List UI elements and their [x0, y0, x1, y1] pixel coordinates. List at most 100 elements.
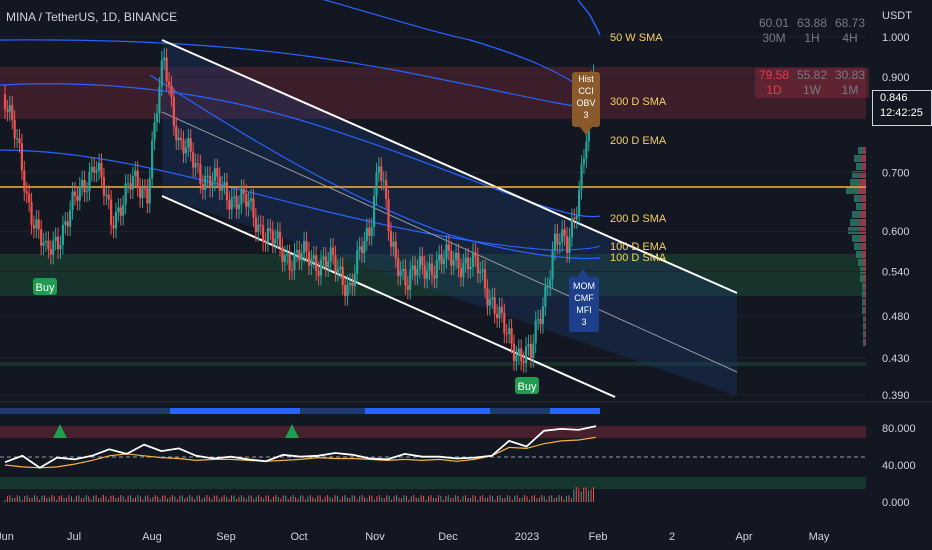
buy-marker-2[interactable]: Buy: [515, 377, 539, 394]
candle-body: [42, 242, 45, 246]
candle-body: [264, 241, 267, 243]
candle-body: [151, 140, 154, 179]
candle-body: [450, 250, 453, 266]
candle-body: [532, 343, 535, 359]
candle-body: [305, 241, 308, 252]
candle-body: [510, 328, 513, 344]
candle-body: [372, 196, 376, 228]
candle-body: [498, 306, 501, 319]
candle-body: [240, 188, 243, 205]
rsi-timeframe: 1W: [803, 83, 821, 97]
candle-body: [208, 175, 212, 188]
volume-profile-bar: [863, 275, 866, 282]
time-tick-label: Sep: [216, 531, 236, 543]
time-tick-label: Oct: [290, 531, 307, 543]
candle-body: [553, 233, 557, 251]
volume-profile-bar: [862, 203, 866, 210]
candle-body: [505, 333, 508, 335]
candle-body: [37, 219, 40, 230]
candle-body: [213, 168, 216, 182]
candle-body: [18, 138, 21, 144]
divergence-label-bottom[interactable]: MOM CMF MFI 3: [569, 269, 599, 332]
candle-body: [114, 211, 118, 229]
volume-profile-bar: [852, 171, 861, 178]
candle-body: [52, 240, 55, 255]
candle-body: [126, 183, 130, 185]
candle-body: [228, 200, 231, 210]
candle-body: [310, 258, 313, 266]
candle-body: [495, 313, 499, 319]
candle-body: [286, 253, 289, 256]
time-tick-label: Dec: [438, 531, 458, 543]
candle-body: [483, 269, 487, 289]
candle-body: [358, 246, 361, 251]
candle-body: [204, 176, 207, 190]
candle-body: [254, 217, 257, 233]
candle-body: [93, 166, 96, 173]
candle-body: [380, 166, 383, 181]
candle-body: [512, 343, 516, 362]
candle-body: [549, 279, 552, 287]
candle-body: [365, 227, 368, 242]
volume-profile-bar: [864, 331, 866, 338]
candle-body: [163, 57, 166, 61]
candle-body: [23, 170, 26, 192]
candle-body: [520, 348, 523, 361]
buy-marker-1[interactable]: Buy: [33, 278, 57, 295]
candle-body: [134, 170, 137, 177]
candle-body: [69, 209, 72, 227]
candle-body: [177, 137, 180, 141]
candle-body: [421, 256, 424, 266]
candle-body: [438, 254, 441, 261]
candle-body: [138, 187, 142, 199]
volume-profile-bar: [852, 211, 861, 218]
volume-profile-bar: [854, 243, 862, 250]
candle-body: [341, 266, 344, 286]
candle-body: [124, 183, 127, 205]
candle-body: [249, 198, 253, 202]
price-tick-label: 0.700: [882, 168, 910, 180]
candle-body: [278, 231, 282, 247]
candle-body: [20, 143, 23, 171]
time-tick-label: Nov: [365, 531, 385, 543]
candle-body: [122, 204, 125, 216]
candle-body: [392, 241, 395, 247]
oversold-band: [0, 477, 866, 489]
volume-profile-bar: [861, 195, 866, 202]
rsi-timeframe: 30M: [762, 31, 786, 45]
svg-text:3: 3: [583, 110, 588, 120]
candle-body: [500, 306, 504, 313]
candle-body: [416, 269, 419, 276]
candle-body: [413, 265, 417, 276]
buy-marker-label: Buy: [518, 381, 537, 393]
price-tick-label: 0.600: [882, 226, 910, 238]
candle-body: [580, 164, 583, 190]
candle-body: [404, 269, 407, 286]
candle-body: [73, 191, 77, 196]
volume-profile-bar: [864, 291, 866, 298]
candle-body: [529, 344, 532, 359]
ma-label: 50 W SMA: [610, 32, 663, 44]
candle-body: [281, 246, 284, 262]
volume-profile-bar: [863, 323, 865, 330]
svg-text:CCI: CCI: [578, 86, 594, 96]
candle-body: [426, 270, 429, 279]
candle-body: [155, 113, 159, 123]
candle-body: [59, 245, 62, 250]
candle-body: [409, 270, 412, 290]
candle-body: [327, 261, 330, 268]
time-tick-label: Aug: [142, 531, 162, 543]
candle-body: [430, 263, 434, 276]
candle-body: [276, 231, 279, 239]
candle-body: [363, 241, 366, 254]
candle-body: [30, 202, 33, 225]
candle-body: [334, 255, 337, 273]
candle-body: [411, 265, 414, 271]
candle-body: [206, 175, 209, 177]
candle-body: [447, 244, 450, 251]
candle-body: [339, 266, 342, 269]
volume-profile-bar: [850, 179, 860, 186]
candle-body: [76, 195, 79, 201]
divergence-label-top[interactable]: Hist CCI OBV 3: [572, 72, 600, 135]
candle-body: [225, 182, 229, 201]
